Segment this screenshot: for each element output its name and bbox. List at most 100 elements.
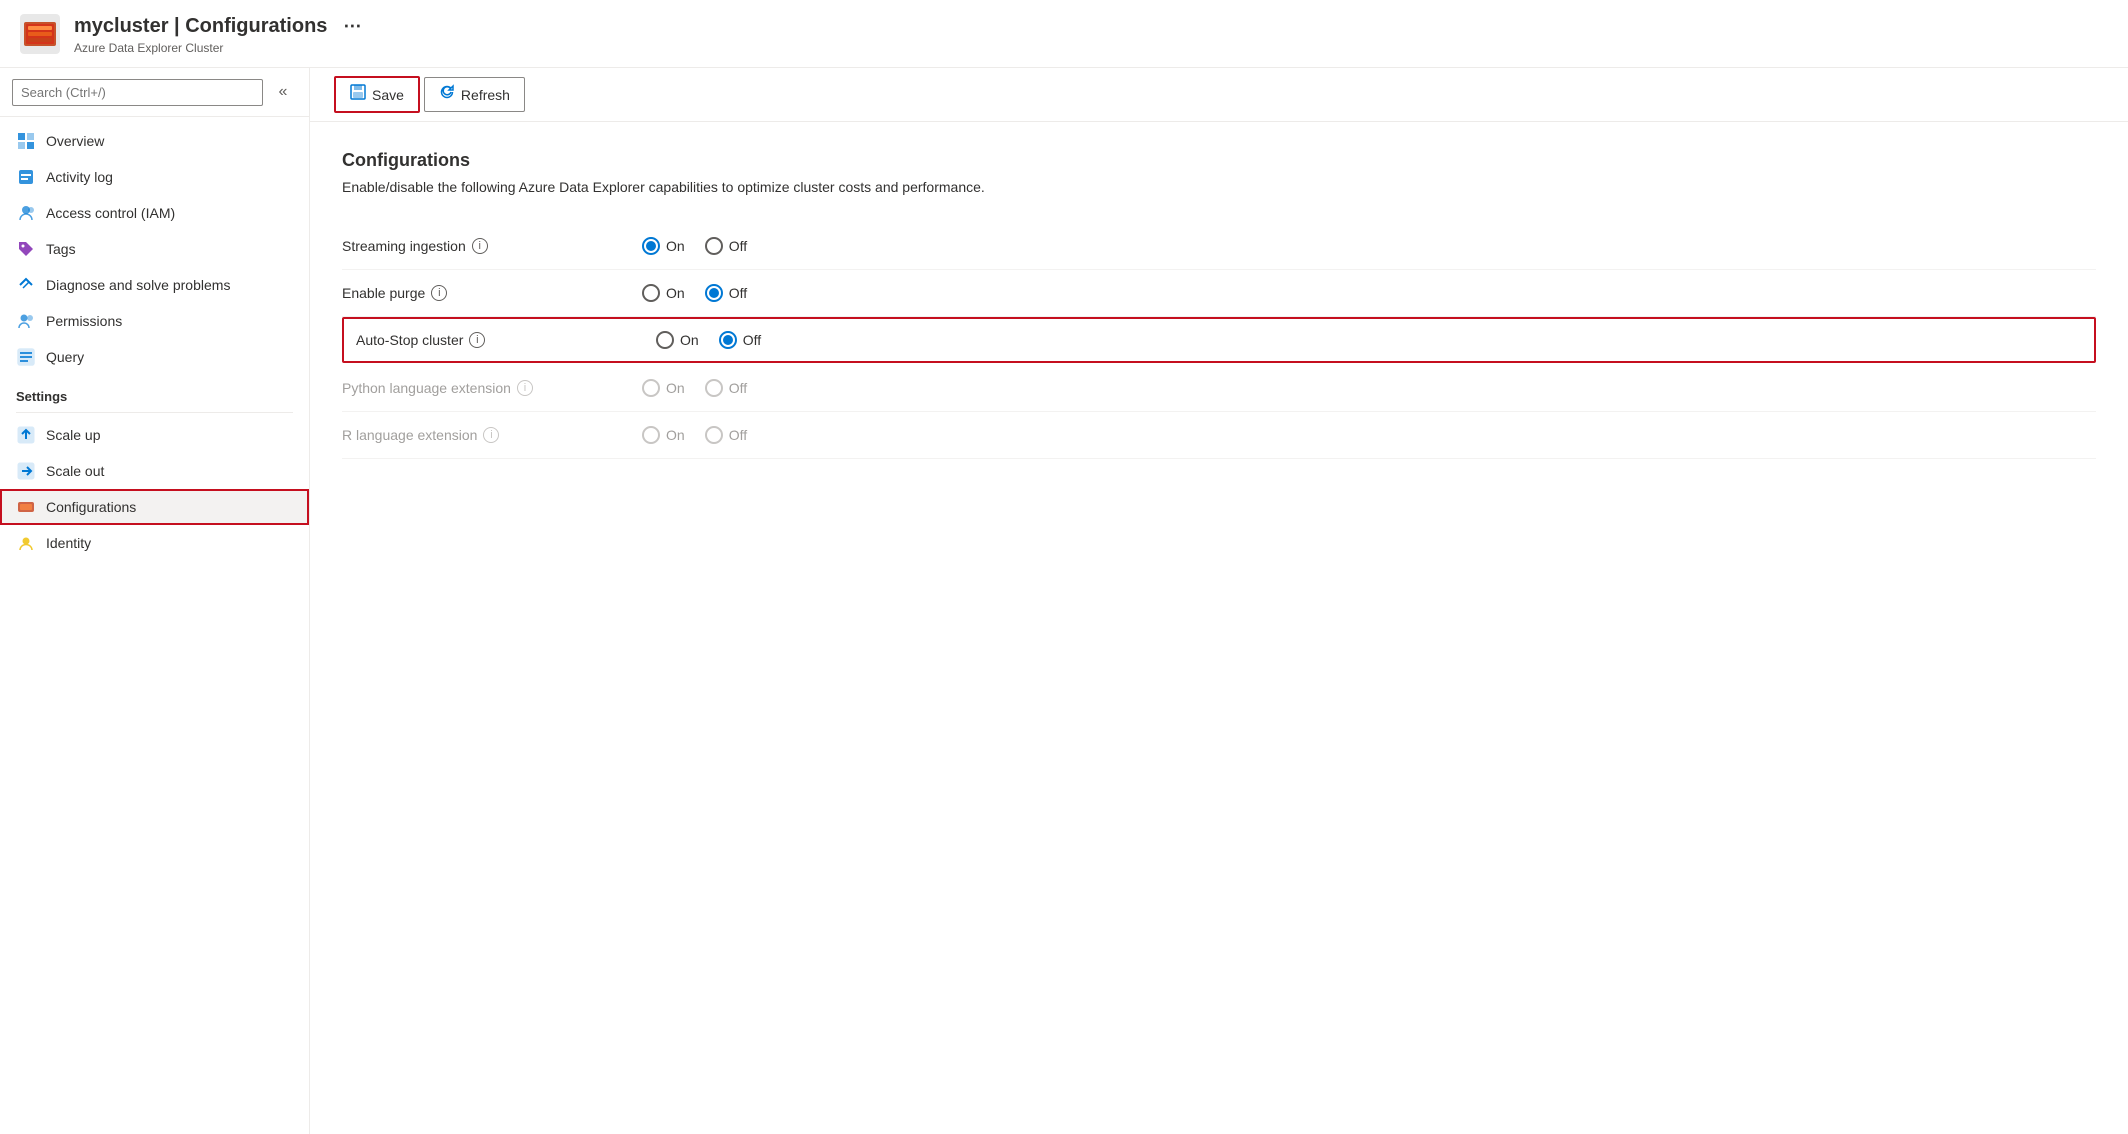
enable-purge-off-option[interactable]: Off [705, 284, 747, 302]
python-extension-off-radio [705, 379, 723, 397]
sidebar-item-label: Overview [46, 133, 104, 149]
python-extension-on-option: On [642, 379, 685, 397]
r-extension-radio-group: On Off [642, 426, 747, 444]
auto-stop-off-label: Off [743, 332, 761, 348]
r-extension-on-option: On [642, 426, 685, 444]
streaming-ingestion-on-radio[interactable] [642, 237, 660, 255]
auto-stop-on-radio[interactable] [656, 331, 674, 349]
page-subtitle: Azure Data Explorer Cluster [74, 41, 369, 55]
overview-icon [16, 131, 36, 151]
page-header: mycluster | Configurations ⋯ Azure Data … [0, 0, 2128, 68]
enable-purge-row: Enable purge i On Off [342, 270, 2096, 317]
enable-purge-radio-group: On Off [642, 284, 747, 302]
auto-stop-on-label: On [680, 332, 699, 348]
search-input[interactable] [12, 79, 263, 106]
cluster-icon [20, 14, 60, 54]
enable-purge-off-label: Off [729, 285, 747, 301]
auto-stop-label: Auto-Stop cluster i [356, 332, 656, 348]
python-extension-radio-group: On Off [642, 379, 747, 397]
sidebar-item-configurations[interactable]: Configurations [0, 489, 309, 525]
sidebar-item-label: Configurations [46, 499, 136, 515]
auto-stop-row: Auto-Stop cluster i On Off [342, 317, 2096, 363]
refresh-button[interactable]: Refresh [424, 77, 525, 112]
sidebar-item-tags[interactable]: Tags [0, 231, 309, 267]
scale-out-icon [16, 461, 36, 481]
sidebar-item-scale-out[interactable]: Scale out [0, 453, 309, 489]
streaming-ingestion-off-radio[interactable] [705, 237, 723, 255]
r-extension-off-label: Off [729, 427, 747, 443]
header-text: mycluster | Configurations ⋯ Azure Data … [74, 12, 369, 55]
sidebar-item-identity[interactable]: Identity [0, 525, 309, 561]
enable-purge-info-icon[interactable]: i [431, 285, 447, 301]
r-extension-row: R language extension i On Off [342, 412, 2096, 459]
identity-icon [16, 533, 36, 553]
main-layout: « Overview Activity log [0, 68, 2128, 1134]
save-icon [350, 84, 366, 105]
sidebar-nav: Overview Activity log Access control (IA… [0, 117, 309, 1134]
collapse-button[interactable]: « [269, 78, 297, 106]
streaming-ingestion-on-label: On [666, 238, 685, 254]
permissions-icon [16, 311, 36, 331]
r-extension-label: R language extension i [342, 427, 642, 443]
sidebar-item-query[interactable]: Query [0, 339, 309, 375]
sidebar-item-label: Activity log [46, 169, 113, 185]
activity-icon [16, 167, 36, 187]
sidebar-item-label: Query [46, 349, 84, 365]
sidebar-item-label: Identity [46, 535, 91, 551]
tags-icon [16, 239, 36, 259]
streaming-ingestion-off-option[interactable]: Off [705, 237, 747, 255]
enable-purge-on-option[interactable]: On [642, 284, 685, 302]
scale-up-icon [16, 425, 36, 445]
r-extension-on-label: On [666, 427, 685, 443]
sidebar-item-permissions[interactable]: Permissions [0, 303, 309, 339]
enable-purge-label: Enable purge i [342, 285, 642, 301]
sidebar-search-container: « [0, 68, 309, 117]
python-extension-off-label: Off [729, 380, 747, 396]
r-extension-off-option: Off [705, 426, 747, 444]
r-extension-on-radio [642, 426, 660, 444]
sidebar-item-access-control[interactable]: Access control (IAM) [0, 195, 309, 231]
sidebar-item-label: Access control (IAM) [46, 205, 175, 221]
configurations-icon [16, 497, 36, 517]
auto-stop-off-radio[interactable] [719, 331, 737, 349]
enable-purge-on-radio[interactable] [642, 284, 660, 302]
sidebar-item-diagnose[interactable]: Diagnose and solve problems [0, 267, 309, 303]
save-button[interactable]: Save [334, 76, 420, 113]
sidebar-item-label: Scale out [46, 463, 104, 479]
streaming-ingestion-info-icon[interactable]: i [472, 238, 488, 254]
settings-section-label: Settings [0, 375, 309, 408]
python-extension-row: Python language extension i On Off [342, 365, 2096, 412]
streaming-ingestion-label: Streaming ingestion i [342, 238, 642, 254]
sidebar-item-label: Tags [46, 241, 76, 257]
auto-stop-radio-group: On Off [656, 331, 761, 349]
config-description: Enable/disable the following Azure Data … [342, 179, 2096, 195]
refresh-label: Refresh [461, 87, 510, 103]
query-icon [16, 347, 36, 367]
r-extension-info-icon[interactable]: i [483, 427, 499, 443]
more-options-button[interactable]: ⋯ [335, 12, 369, 41]
auto-stop-info-icon[interactable]: i [469, 332, 485, 348]
python-extension-label: Python language extension i [342, 380, 642, 396]
streaming-ingestion-row: Streaming ingestion i On Off [342, 223, 2096, 270]
streaming-ingestion-off-label: Off [729, 238, 747, 254]
auto-stop-on-option[interactable]: On [656, 331, 699, 349]
enable-purge-on-label: On [666, 285, 685, 301]
settings-divider [16, 412, 293, 413]
sidebar-item-label: Diagnose and solve problems [46, 277, 230, 293]
config-title: Configurations [342, 150, 2096, 171]
python-extension-info-icon[interactable]: i [517, 380, 533, 396]
config-panel: Configurations Enable/disable the follow… [310, 122, 2128, 487]
python-extension-off-option: Off [705, 379, 747, 397]
save-label: Save [372, 87, 404, 103]
refresh-icon [439, 84, 455, 105]
diagnose-icon [16, 275, 36, 295]
sidebar-item-label: Permissions [46, 313, 122, 329]
streaming-ingestion-on-option[interactable]: On [642, 237, 685, 255]
auto-stop-off-option[interactable]: Off [719, 331, 761, 349]
sidebar-item-activity-log[interactable]: Activity log [0, 159, 309, 195]
sidebar-item-scale-up[interactable]: Scale up [0, 417, 309, 453]
sidebar-item-overview[interactable]: Overview [0, 123, 309, 159]
enable-purge-off-radio[interactable] [705, 284, 723, 302]
r-extension-off-radio [705, 426, 723, 444]
python-extension-on-radio [642, 379, 660, 397]
